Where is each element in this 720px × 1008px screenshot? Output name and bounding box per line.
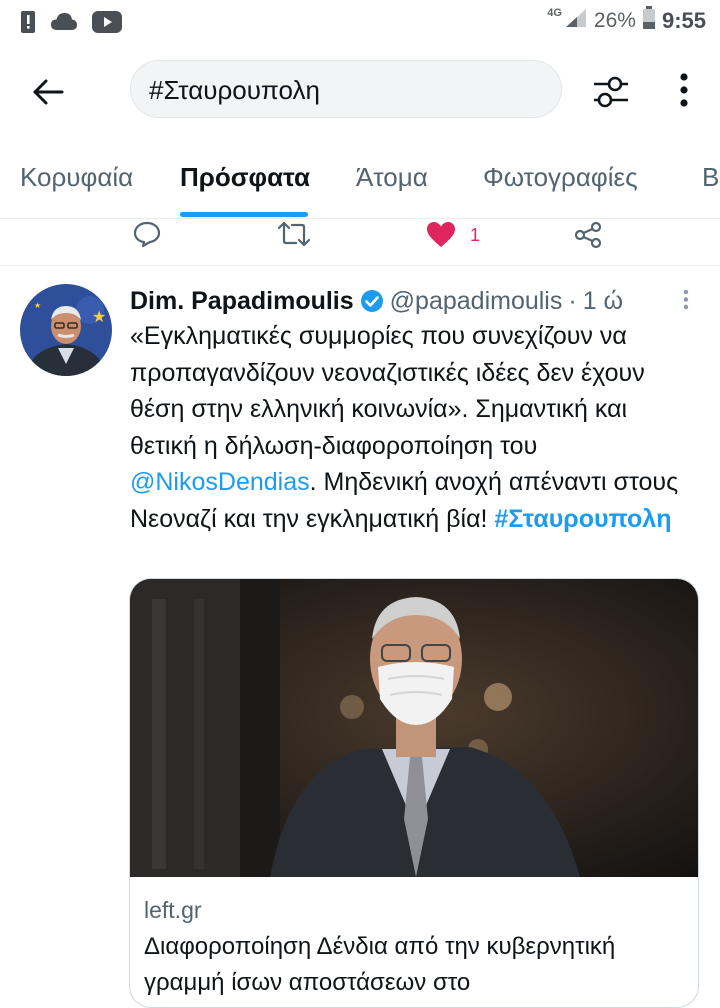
author-name[interactable]: Dim. Papadimoulis <box>130 287 354 316</box>
search-filter-button[interactable] <box>588 72 634 112</box>
tweet-time[interactable]: 1 ώ <box>583 287 623 316</box>
battery-icon <box>642 6 656 35</box>
youtube-icon <box>92 11 122 38</box>
back-button[interactable] <box>28 74 68 114</box>
share-icon[interactable] <box>574 221 602 254</box>
signal-icon <box>564 7 588 34</box>
verified-badge-icon <box>360 289 384 313</box>
separator-dot: · <box>568 286 577 315</box>
tweet-more-button[interactable] <box>678 288 694 314</box>
link-card[interactable]: left.gr Διαφοροποίηση Δένδια από την κυβ… <box>129 578 699 1008</box>
arrow-left-icon <box>32 78 64 111</box>
more-options-button[interactable] <box>664 70 704 114</box>
tab-videos[interactable]: Β <box>702 162 719 193</box>
avatar[interactable]: ★ ★ <box>20 284 112 376</box>
like-count: 1 <box>470 225 481 245</box>
card-title: Διαφοροποίηση Δένδια από την κυβερνητική… <box>144 933 616 996</box>
tweet[interactable]: ★ ★ Dim. Papadimoulis @papadimoulis · 1 … <box>0 266 720 1008</box>
status-bar: 4G 26% 9:55 <box>0 0 720 46</box>
hashtag-link[interactable]: #Σταυρουπολη <box>494 505 671 533</box>
tab-latest[interactable]: Πρόσφατα <box>180 162 310 193</box>
card-image <box>130 579 698 877</box>
mention-link[interactable]: @NikosDendias <box>130 468 310 496</box>
svg-text:★: ★ <box>92 307 106 326</box>
more-vertical-icon <box>679 72 689 112</box>
previous-tweet-actions: 1 <box>0 219 720 266</box>
cloud-icon <box>50 12 78 37</box>
tab-photos[interactable]: Φωτογραφίες <box>483 162 638 193</box>
search-header <box>0 46 720 146</box>
search-box[interactable] <box>130 60 562 119</box>
author-handle[interactable]: @papadimoulis <box>390 287 563 316</box>
tweet-text-part: «Εγκληματικές συμμορίες που συνεχίζουν ν… <box>130 322 645 460</box>
battery-percent: 26% <box>593 8 636 32</box>
search-tabs: Κορυφαία Πρόσφατα Άτομα Φωτογραφίες Β <box>0 146 720 219</box>
like-filled-icon[interactable] <box>426 221 456 254</box>
card-domain: left.gr <box>144 897 202 923</box>
alert-icon <box>20 10 36 39</box>
tweet-text: «Εγκληματικές συμμορίες που συνεχίζουν ν… <box>130 318 700 537</box>
reply-icon[interactable] <box>133 221 161 252</box>
tweet-header: Dim. Papadimoulis @papadimoulis · 1 ώ <box>130 284 690 318</box>
clock: 9:55 <box>661 7 706 33</box>
network-type: 4G <box>547 6 562 19</box>
search-input[interactable] <box>131 61 551 119</box>
filter-sliders-icon <box>588 76 634 116</box>
active-tab-indicator <box>180 212 308 217</box>
tab-people[interactable]: Άτομα <box>356 162 428 193</box>
retweet-icon[interactable] <box>277 221 311 252</box>
more-vertical-icon <box>683 289 689 310</box>
svg-text:★: ★ <box>34 301 41 310</box>
tab-top[interactable]: Κορυφαία <box>20 162 133 193</box>
